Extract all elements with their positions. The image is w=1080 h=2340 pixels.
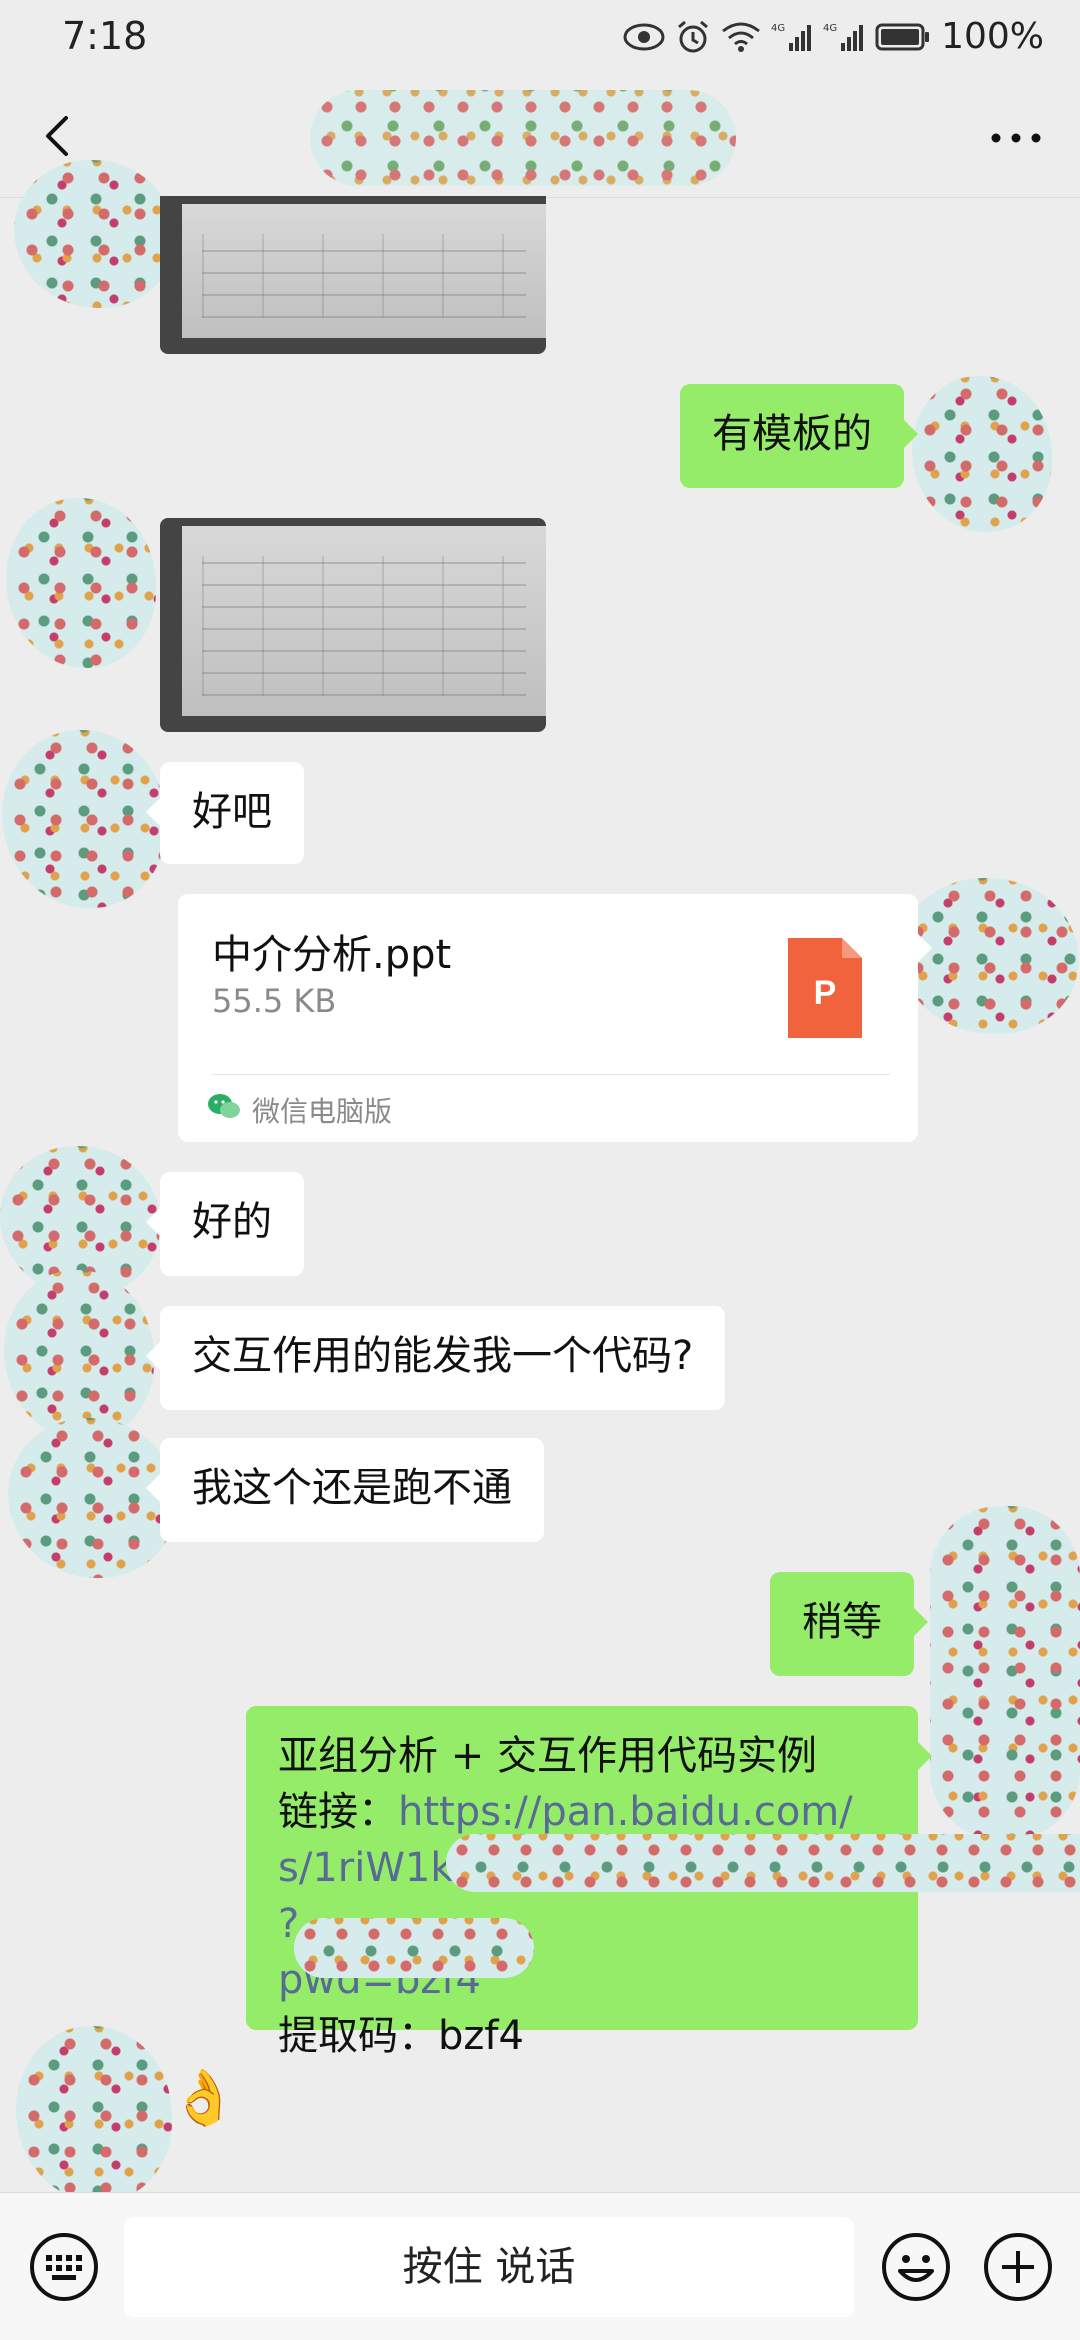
link-label: 链接：	[278, 1789, 398, 1835]
keyboard-icon[interactable]	[28, 2231, 100, 2303]
message-text: 好吧	[192, 789, 272, 835]
signal-4g-icon: 4G	[823, 23, 864, 51]
hold-to-talk-button[interactable]: 按住 说话	[124, 2217, 854, 2317]
avatar[interactable]	[4, 1270, 154, 1440]
avatar[interactable]	[0, 1146, 160, 1296]
avatar[interactable]	[16, 2026, 172, 2202]
svg-text:4G: 4G	[771, 23, 785, 34]
chevron-left-icon[interactable]	[30, 106, 90, 166]
input-bar: 按住 说话	[0, 2192, 1080, 2340]
battery-percent: 100%	[941, 16, 1044, 57]
link-url-end[interactable]: ?	[278, 1901, 299, 1947]
message-image[interactable]	[160, 196, 546, 354]
message-text: 交互作用的能发我一个代码?	[192, 1333, 694, 1379]
link-url[interactable]: https://pan.baidu.com/	[398, 1789, 853, 1835]
more-dots-icon[interactable]	[986, 120, 1046, 156]
wifi-icon	[722, 22, 760, 52]
message-bubble-outgoing[interactable]: 稍等	[770, 1572, 928, 1676]
file-size: 55.5 KB	[212, 982, 337, 1020]
message-image[interactable]	[160, 518, 546, 732]
status-icons: 4G 4G 100%	[623, 16, 1044, 57]
file-name: 中介分析.ppt	[212, 932, 452, 978]
avatar[interactable]	[930, 1506, 1080, 1840]
message-bubble-outgoing[interactable]: 亚组分析 + 交互作用代码实例 链接：https://pan.baidu.com…	[246, 1706, 1080, 2059]
message-bubble-incoming[interactable]: 好的	[146, 1172, 304, 1276]
chat-message-list[interactable]: 有模板的 好吧 中介分析.ppt 55.5 KB P 微信电脑版 好的 交互作用…	[0, 0, 1080, 2202]
avatar[interactable]	[8, 1418, 176, 1578]
battery-icon	[875, 23, 930, 50]
redaction-mask	[446, 1834, 1080, 1892]
link-pwd[interactable]: pwd=bzf4	[278, 1952, 886, 2008]
avatar[interactable]	[6, 498, 156, 668]
link-line: 链接：https://pan.baidu.com/	[278, 1784, 886, 1840]
message-bubble-incoming[interactable]: 我这个还是跑不通	[146, 1438, 544, 1542]
redaction-mask	[294, 1918, 534, 1978]
message-text: 好的	[192, 1199, 272, 1245]
ppt-file-letter: P	[814, 974, 837, 1012]
message-bubble-outgoing[interactable]: 有模板的	[680, 384, 918, 488]
message-text: 有模板的	[712, 411, 872, 457]
message-emoji[interactable]: 👌	[170, 2066, 237, 2130]
wechat-icon	[208, 1094, 240, 1118]
chat-title-redacted	[310, 90, 736, 186]
link-extract-code: 提取码：bzf4	[278, 2013, 524, 2059]
signal-4g-icon: 4G	[771, 23, 812, 51]
avatar[interactable]	[2, 730, 166, 908]
link-line-2: s/1riW1k?	[278, 1840, 886, 1952]
file-message-card[interactable]: 中介分析.ppt 55.5 KB P 微信电脑版	[178, 894, 932, 1142]
file-source: 微信电脑版	[252, 1095, 393, 1128]
alarm-icon	[678, 20, 709, 52]
avatar[interactable]	[900, 878, 1078, 1034]
message-bubble-incoming[interactable]: 交互作用的能发我一个代码?	[145, 1306, 726, 1410]
message-bubble-incoming[interactable]: 好吧	[146, 762, 304, 864]
plus-circle-icon[interactable]	[982, 2231, 1054, 2303]
ppt-file-icon: P	[788, 938, 862, 1038]
svg-text:4G: 4G	[823, 23, 837, 34]
message-text: 我这个还是跑不通	[192, 1465, 512, 1511]
eye-icon	[623, 23, 665, 50]
status-bar: 7:18 4G 4G 100%	[0, 0, 1080, 76]
divider	[212, 1074, 890, 1075]
message-text: 稍等	[802, 1599, 882, 1645]
avatar[interactable]	[912, 376, 1052, 532]
link-title: 亚组分析 + 交互作用代码实例	[278, 1733, 817, 1779]
status-time: 7:18	[62, 14, 148, 58]
chat-header	[0, 76, 1080, 198]
link-url-part[interactable]: s/1riW1k	[278, 1845, 454, 1891]
smile-face-icon[interactable]	[880, 2231, 952, 2303]
